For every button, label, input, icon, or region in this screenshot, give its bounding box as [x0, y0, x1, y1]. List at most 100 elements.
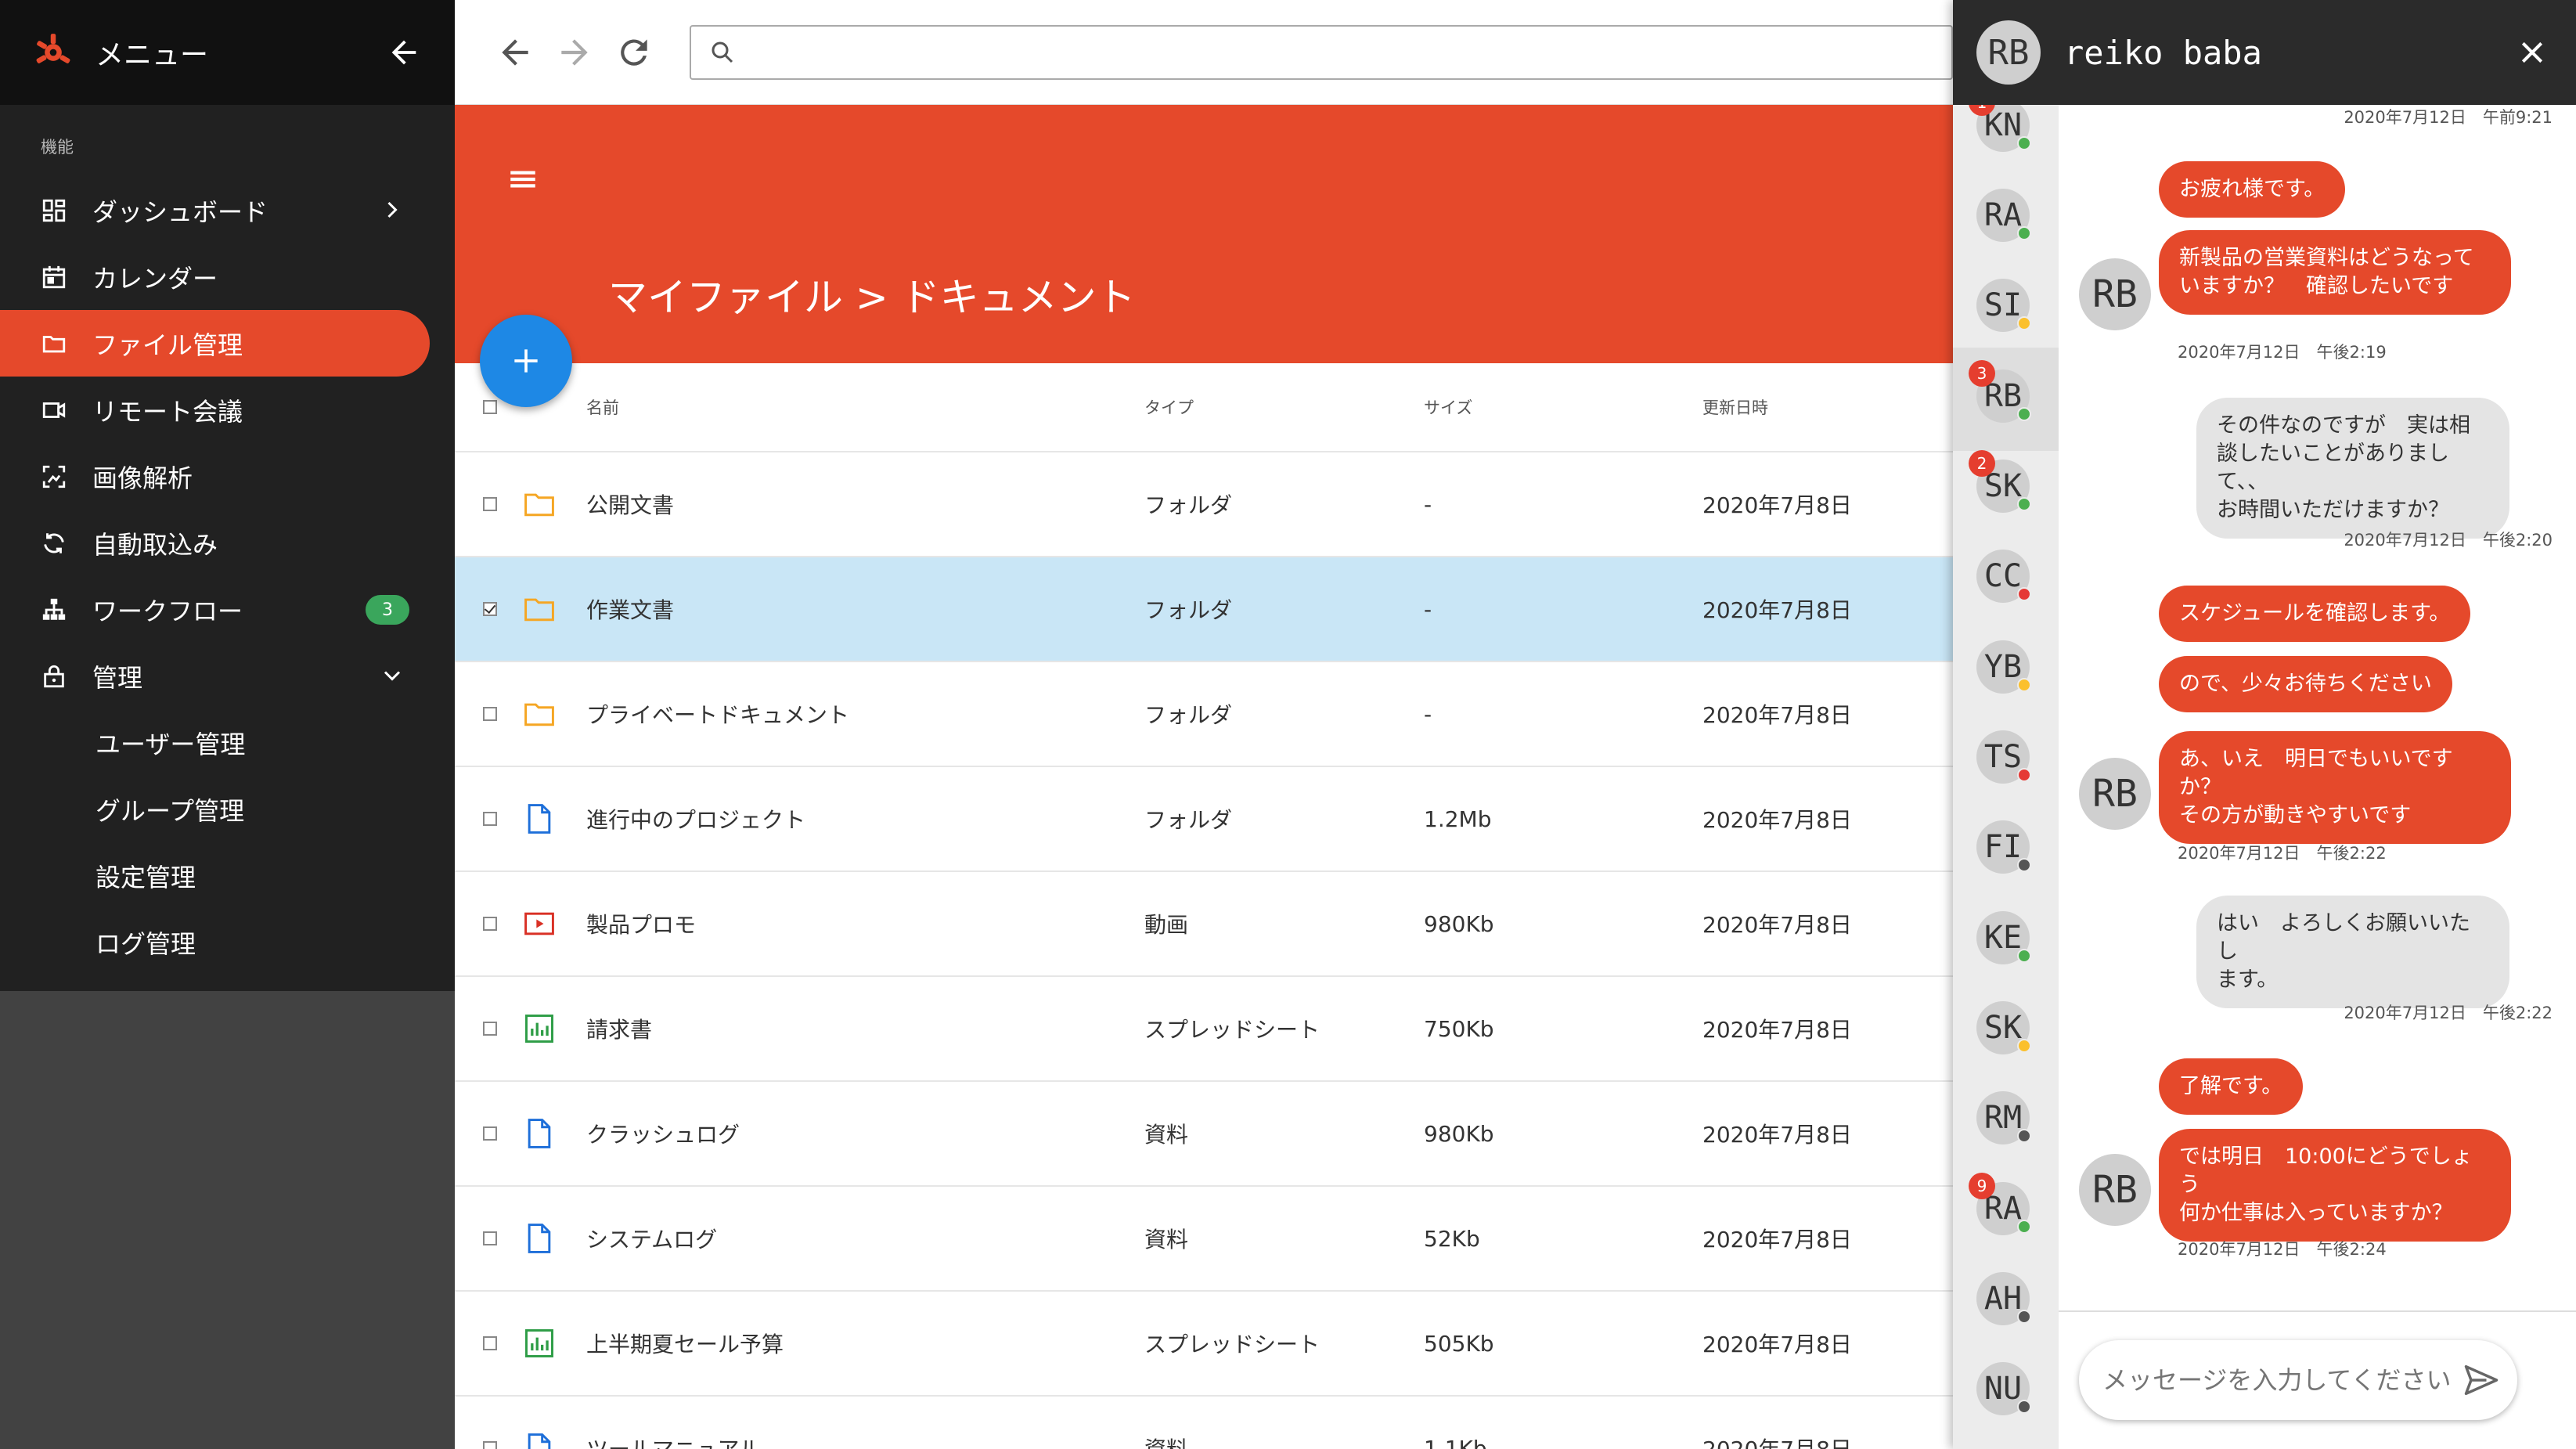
table-row[interactable]: 作業文書 フォルダ - 2020年7月8日 — [455, 557, 1953, 662]
hamburger-menu-icon[interactable] — [506, 163, 539, 196]
contact-avatar[interactable]: SK 2 — [1969, 450, 2031, 513]
row-checkbox[interactable] — [483, 917, 497, 931]
received-message: スケジュールを確認します。 — [2159, 586, 2471, 642]
refresh-icon[interactable] — [614, 33, 654, 72]
chevron-right-icon — [387, 201, 398, 218]
row-checkbox[interactable] — [483, 602, 497, 616]
spreadsheet-icon — [522, 1326, 557, 1361]
contact-avatar[interactable]: NU — [1976, 1362, 2031, 1415]
contact-avatar[interactable]: KE — [1976, 911, 2031, 964]
table-row[interactable]: 請求書 スプレッドシート 750Kb 2020年7月8日 — [455, 977, 1953, 1082]
sidebar-section-label: 機能 — [41, 138, 74, 157]
table-row[interactable]: ツールマニュアル 資料 1.1Kb 2020年7月8日 — [455, 1397, 1953, 1449]
file-name: ツールマニュアル — [586, 1433, 761, 1449]
table-row[interactable]: システムログ 資料 52Kb 2020年7月8日 — [455, 1187, 1953, 1292]
sidebar-subitem-user-management[interactable]: ユーザー管理 — [0, 709, 455, 776]
contact-avatar[interactable]: FI — [1976, 820, 2031, 874]
message-timestamp: 2020年7月12日 午後2:19 — [2178, 343, 2387, 362]
contact-list: KN1 RA SI RB3 SK2 CC YB TS FI KE SK RM R… — [1953, 105, 2059, 1449]
sidebar-item-file-management[interactable]: ファイル管理 — [0, 310, 430, 377]
contact-initials: RA — [1983, 197, 2023, 233]
message-avatar: RB — [2079, 758, 2151, 830]
row-checkbox[interactable] — [483, 812, 497, 826]
contact-avatar[interactable]: YB — [1976, 640, 2031, 694]
sidebar-item-remote-meeting[interactable]: リモート会議 — [0, 377, 455, 443]
contact-avatar[interactable]: SK — [1976, 1001, 2031, 1054]
sidebar-item-admin[interactable]: 管理 — [0, 643, 455, 709]
status-dot — [2017, 949, 2031, 963]
arrow-back-icon[interactable] — [386, 34, 422, 70]
contact-avatar[interactable]: CC — [1976, 550, 2031, 603]
file-type: フォルダ — [1144, 702, 1233, 728]
contact-initials: KE — [1983, 920, 2023, 956]
status-dot — [2017, 1129, 2031, 1143]
contact-avatar[interactable]: TS — [1976, 730, 2031, 784]
row-checkbox[interactable] — [483, 1441, 497, 1449]
file-type: フォルダ — [1144, 807, 1233, 833]
row-checkbox[interactable] — [483, 1022, 497, 1036]
sidebar-item-image-analysis[interactable]: 画像解析 — [0, 443, 455, 510]
file-name: 製品プロモ — [586, 912, 697, 938]
send-icon[interactable] — [2461, 1360, 2502, 1400]
sidebar-subitem-log-management[interactable]: ログ管理 — [0, 909, 455, 975]
status-dot — [2017, 1400, 2031, 1414]
row-checkbox[interactable] — [483, 707, 497, 721]
contact-avatar[interactable]: RA — [1976, 189, 2031, 242]
folder-icon — [522, 592, 557, 626]
back-arrow-icon[interactable] — [495, 33, 535, 72]
table-row[interactable]: 上半期夏セール予算 スプレッドシート 505Kb 2020年7月8日 — [455, 1292, 1953, 1397]
contact-avatar[interactable]: RM — [1976, 1091, 2031, 1144]
file-size: 980Kb — [1424, 1120, 1494, 1147]
column-header-name[interactable]: 名前 — [586, 395, 619, 419]
search-bar[interactable] — [690, 24, 1953, 80]
column-header-size[interactable]: サイズ — [1424, 395, 1472, 419]
contact-avatar[interactable]: KN1 — [1969, 105, 2031, 152]
contact-initials: YB — [1983, 649, 2023, 685]
file-name: 上半期夏セール予算 — [586, 1332, 784, 1357]
sidebar-subitem-settings-management[interactable]: 設定管理 — [0, 842, 455, 909]
column-header-type[interactable]: タイプ — [1144, 395, 1194, 419]
file-type: フォルダ — [1144, 492, 1233, 518]
table-row[interactable]: 製品プロモ 動画 980Kb 2020年7月8日 — [455, 872, 1953, 977]
add-button[interactable] — [480, 315, 572, 407]
row-checkbox[interactable] — [483, 1126, 497, 1141]
file-size: 1.1Kb — [1424, 1435, 1487, 1449]
sidebar-item-dashboard[interactable]: ダッシュボード — [0, 177, 455, 243]
file-size: - — [1424, 491, 1432, 517]
contact-avatar[interactable]: AH — [1976, 1272, 2031, 1325]
message-input[interactable] — [2102, 1365, 2461, 1395]
logo-icon — [36, 34, 70, 63]
sidebar-item-label: リモート会議 — [92, 396, 243, 427]
table-row[interactable]: プライベートドキュメント フォルダ - 2020年7月8日 — [455, 662, 1953, 767]
message-list: 2020年7月12日 午前9:21 お疲れ様です。 新製品の営業資料はどうなって… — [2059, 105, 2576, 1310]
unread-badge: 3 — [1969, 360, 1995, 387]
contact-avatar[interactable]: RA 9 — [1969, 1173, 2031, 1235]
sidebar: メニュー 機能 ダッシュボード カレンダー ファイル管理 リモート会議 画像解析… — [0, 0, 455, 1449]
sent-message: はい よろしくお願いいたし ます。 — [2196, 896, 2509, 1008]
select-all-checkbox[interactable] — [483, 400, 497, 414]
received-message: お疲れ様です。 — [2159, 161, 2346, 218]
contact-avatar[interactable]: SI — [1976, 279, 2031, 332]
sidebar-item-auto-import[interactable]: 自動取込み — [0, 510, 455, 576]
row-checkbox[interactable] — [483, 1231, 497, 1245]
file-date: 2020年7月8日 — [1702, 1017, 1852, 1043]
status-dot — [2017, 587, 2031, 601]
search-icon — [712, 41, 733, 63]
message-timestamp: 2020年7月12日 午前9:21 — [2344, 108, 2553, 127]
column-header-date[interactable]: 更新日時 — [1702, 395, 1768, 419]
sidebar-item-workflow[interactable]: ワークフロー 3 — [0, 576, 455, 643]
status-dot — [2017, 678, 2031, 692]
sidebar-subitem-group-management[interactable]: グループ管理 — [0, 776, 455, 842]
sidebar-item-calendar[interactable]: カレンダー — [0, 243, 455, 310]
table-row[interactable]: クラッシュログ 資料 980Kb 2020年7月8日 — [455, 1082, 1953, 1187]
table-row[interactable]: 進行中のプロジェクト フォルダ 1.2Mb 2020年7月8日 — [455, 767, 1953, 872]
table-row[interactable]: 公開文書 フォルダ - 2020年7月8日 — [455, 452, 1953, 557]
row-checkbox[interactable] — [483, 497, 497, 511]
row-checkbox[interactable] — [483, 1336, 497, 1350]
forward-arrow-icon[interactable] — [555, 33, 594, 72]
message-input-box[interactable] — [2079, 1340, 2517, 1420]
file-name: 公開文書 — [586, 492, 675, 518]
close-icon[interactable] — [2517, 37, 2548, 68]
contact-avatar[interactable]: RB 3 — [1969, 360, 2031, 423]
search-input[interactable] — [749, 28, 1951, 76]
